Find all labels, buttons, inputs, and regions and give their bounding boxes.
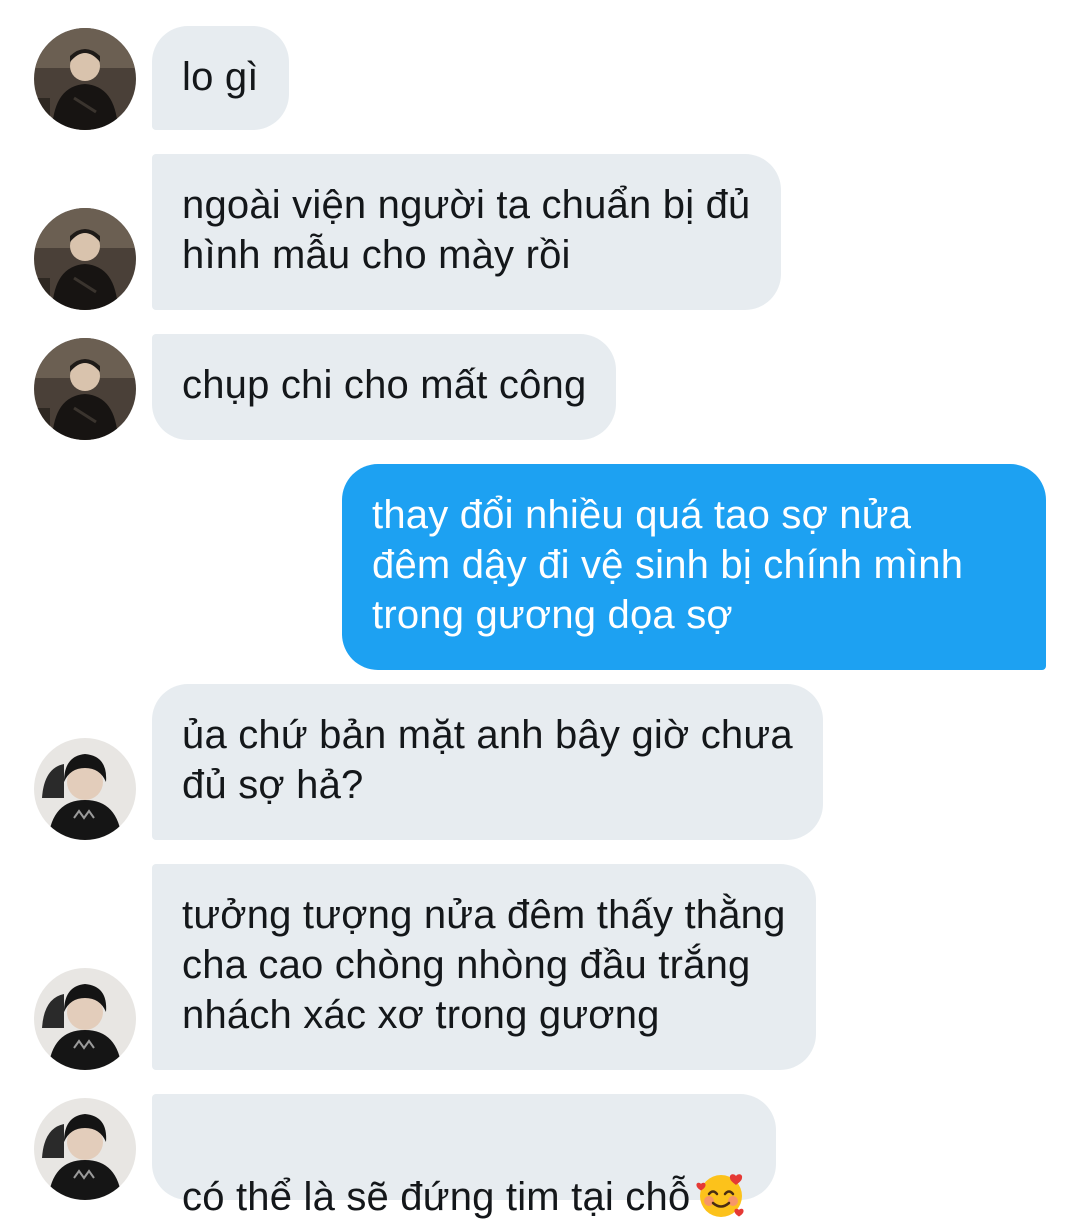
message-text: có thể là sẽ đứng tim tại chỗ: [182, 1175, 691, 1219]
incoming-message-bubble[interactable]: ủa chứ bản mặt anh bây giờ chưa đủ sợ hả…: [152, 684, 823, 840]
avatar[interactable]: [34, 968, 136, 1070]
incoming-message-bubble[interactable]: ngoài viện người ta chuẩn bị đủ hình mẫu…: [152, 154, 781, 310]
avatar[interactable]: [34, 208, 136, 310]
incoming-message-bubble[interactable]: có thể là sẽ đứng tim tại chỗ: [152, 1094, 777, 1219]
smiling-face-with-hearts-icon: [696, 1170, 746, 1220]
avatar[interactable]: [34, 338, 136, 440]
avatar[interactable]: [34, 28, 136, 130]
incoming-message-bubble[interactable]: lo gì: [152, 26, 289, 130]
avatar[interactable]: [34, 738, 136, 840]
incoming-message-bubble[interactable]: tưởng tượng nửa đêm thấy thằng cha cao c…: [152, 864, 816, 1070]
incoming-message-bubble[interactable]: chụp chi cho mất công: [152, 334, 617, 440]
outgoing-message-bubble[interactable]: thay đổi nhiều quá tao sợ nửa đêm dậy đi…: [342, 464, 1046, 670]
message-thread: lo gì ngoài viện người ta chuẩn bị đủ hì…: [0, 0, 1080, 1219]
avatar[interactable]: [34, 1098, 136, 1200]
